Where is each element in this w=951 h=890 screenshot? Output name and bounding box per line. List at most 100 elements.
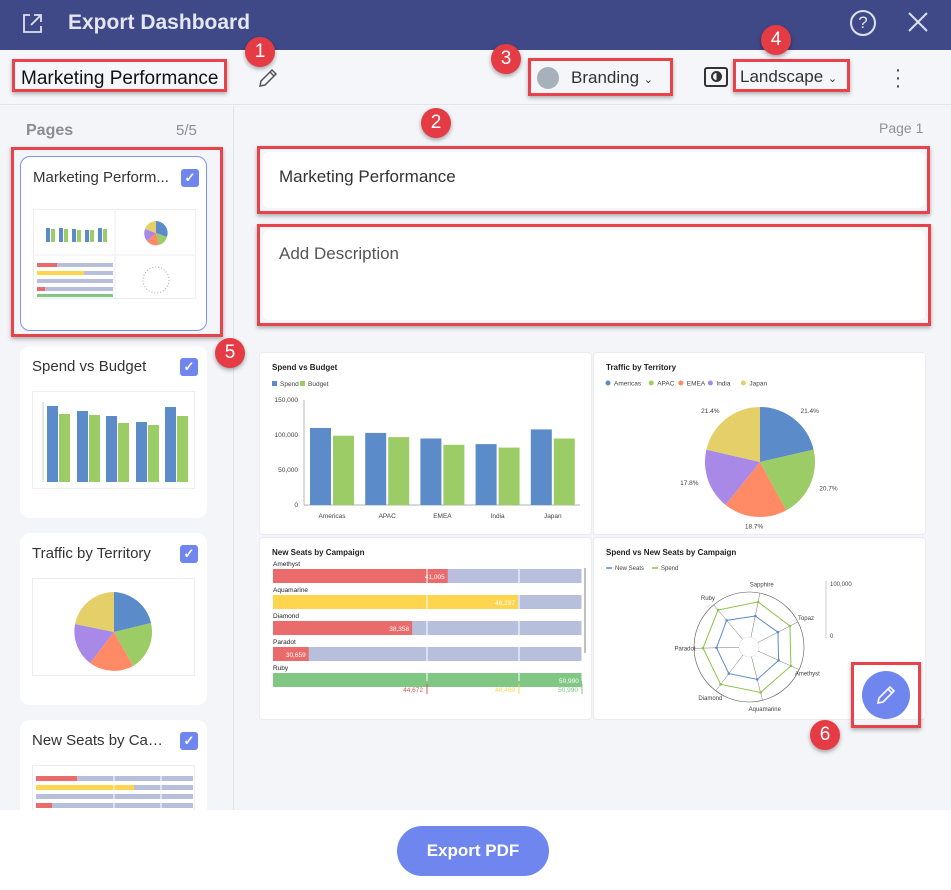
page-name: New Seats by Cam... bbox=[32, 732, 172, 749]
page-checkbox[interactable]: ✓ bbox=[180, 732, 198, 750]
export-pdf-button[interactable]: Export PDF bbox=[397, 826, 549, 876]
page-card[interactable]: Spend vs Budget ✓ bbox=[20, 346, 207, 518]
category-label: Amethyst bbox=[273, 561, 300, 568]
axis-label: Sapphire bbox=[750, 582, 775, 588]
page-thumbnail-traffic bbox=[32, 578, 195, 676]
radar-point bbox=[701, 646, 705, 650]
scale-label: 100,000 bbox=[830, 582, 852, 588]
range-label: 46,469 bbox=[495, 687, 515, 694]
axis-label: Diamond bbox=[698, 696, 722, 702]
chart-tile-new-seats[interactable]: New Seats by Campaign Amethyst 41,005 Aqua… bbox=[260, 538, 591, 719]
category-label: Aquamarine bbox=[273, 587, 308, 594]
radar-point bbox=[788, 624, 792, 628]
radar-outer-ring bbox=[693, 591, 805, 703]
branding-dropdown[interactable]: Branding ⌄ bbox=[528, 58, 673, 96]
dialog-title: Export Dashboard bbox=[68, 11, 251, 34]
more-options-icon[interactable]: · · · bbox=[890, 60, 906, 96]
y-tick-label: 100,000 bbox=[275, 432, 299, 439]
chart-tile-traffic-by-territory[interactable]: Traffic by Territory Americas APAC EMEA Ind… bbox=[594, 353, 925, 534]
axis-label: Ruby bbox=[701, 596, 715, 602]
page-checkbox[interactable]: ✓ bbox=[181, 169, 199, 187]
page-description-input[interactable]: Add Description bbox=[263, 230, 925, 320]
category-label: Paradot bbox=[273, 639, 296, 646]
axis-label: Amethyst bbox=[795, 671, 820, 677]
bar bbox=[553, 438, 575, 505]
bar bbox=[475, 444, 497, 505]
x-tick-label: Americas bbox=[318, 513, 346, 520]
bar-chart: Spend Budget 150,000 100,000 50,000 0 Americas… bbox=[272, 381, 580, 520]
dashboard-name[interactable]: Marketing Performance bbox=[12, 59, 228, 92]
data-label: 30,659 bbox=[286, 652, 306, 659]
legend-swatch bbox=[300, 381, 305, 386]
axis-label: Aquamarine bbox=[749, 707, 782, 713]
page-card[interactable]: Traffic by Territory ✓ bbox=[20, 533, 207, 705]
annotation-badge: 6 bbox=[810, 720, 840, 750]
edit-dashboard-button[interactable] bbox=[862, 671, 910, 719]
pie-chart: Americas APAC EMEA India Japan 21.4% 20.7% 18.7… bbox=[605, 380, 838, 531]
pencil-icon bbox=[876, 685, 896, 705]
orientation-icon[interactable] bbox=[704, 67, 728, 87]
x-tick-label: India bbox=[491, 513, 505, 520]
bar bbox=[273, 595, 519, 609]
axis-label: Topaz bbox=[798, 616, 814, 622]
bar bbox=[420, 438, 442, 505]
radar-point bbox=[776, 630, 780, 634]
legend-label: Japan bbox=[749, 381, 767, 388]
page-card[interactable]: New Seats by Cam... ✓ bbox=[20, 720, 207, 810]
data-label: 21.4% bbox=[800, 408, 819, 415]
page-description-field-wrap: Add Description bbox=[257, 224, 931, 326]
radar-inner-ring bbox=[738, 636, 760, 658]
annotation-badge: 4 bbox=[761, 25, 791, 55]
close-icon[interactable] bbox=[906, 10, 930, 34]
data-label: 17.8% bbox=[680, 480, 699, 487]
category-label: Ruby bbox=[273, 665, 289, 672]
y-tick-label: 50,000 bbox=[278, 467, 298, 474]
toolbar: Marketing Performance Branding ⌄ Landsca… bbox=[0, 50, 951, 105]
legend-label: Spend bbox=[280, 381, 299, 388]
x-tick-label: EMEA bbox=[433, 513, 452, 520]
x-tick-label: Japan bbox=[544, 513, 562, 520]
chart-tile-spend-vs-budget[interactable]: Spend vs Budget Spend Budget 150,000 100,00… bbox=[260, 353, 591, 534]
data-label: 20.7% bbox=[819, 486, 838, 493]
radar-point bbox=[727, 672, 731, 675]
data-label: 38,358 bbox=[389, 626, 409, 633]
orientation-dropdown[interactable]: Landscape ⌄ bbox=[733, 59, 850, 92]
help-icon[interactable]: ? bbox=[850, 10, 876, 36]
bullet-chart: Amethyst 41,005 Aquamarine 46,237 Diamond 38,… bbox=[273, 561, 586, 694]
scale-label: 0 bbox=[830, 634, 834, 640]
pages-count: 5/5 bbox=[176, 122, 197, 139]
bar bbox=[530, 429, 552, 505]
legend-swatch bbox=[272, 381, 277, 386]
page-title-input[interactable]: Marketing Performance bbox=[263, 152, 924, 208]
legend-label: EMEA bbox=[687, 381, 706, 388]
bar bbox=[443, 444, 465, 505]
x-tick-label: APAC bbox=[379, 513, 397, 520]
pages-header: Pages bbox=[26, 122, 74, 139]
radar-point bbox=[719, 683, 722, 686]
category-label: Diamond bbox=[273, 613, 299, 620]
legend-label: India bbox=[716, 381, 730, 388]
legend-swatch bbox=[740, 380, 746, 386]
page-checkbox[interactable]: ✓ bbox=[180, 545, 198, 563]
branding-label: Branding bbox=[571, 68, 640, 87]
radar-point bbox=[715, 646, 718, 650]
legend-label: Spend bbox=[661, 566, 678, 572]
y-tick-label: 0 bbox=[294, 502, 298, 509]
bar bbox=[273, 569, 448, 583]
radar-point bbox=[725, 619, 728, 622]
y-tick-label: 150,000 bbox=[275, 397, 299, 404]
page-checkbox[interactable]: ✓ bbox=[180, 358, 198, 376]
thumb-pie bbox=[144, 221, 168, 246]
chevron-down-icon: ⌄ bbox=[827, 73, 838, 85]
page-card[interactable]: Marketing Perform... ✓ bbox=[20, 156, 207, 331]
radar-point bbox=[789, 664, 793, 668]
page-name: Marketing Perform... bbox=[33, 169, 169, 186]
range-label: 44,672 bbox=[403, 687, 423, 694]
page-name: Spend vs Budget bbox=[32, 358, 147, 375]
page-number-label: Page 1 bbox=[879, 120, 924, 136]
legend-label: Budget bbox=[308, 381, 329, 388]
axis-label: Paradot bbox=[675, 647, 696, 653]
bar bbox=[365, 432, 387, 505]
edit-name-icon[interactable] bbox=[256, 66, 280, 90]
legend-swatch bbox=[707, 380, 713, 386]
